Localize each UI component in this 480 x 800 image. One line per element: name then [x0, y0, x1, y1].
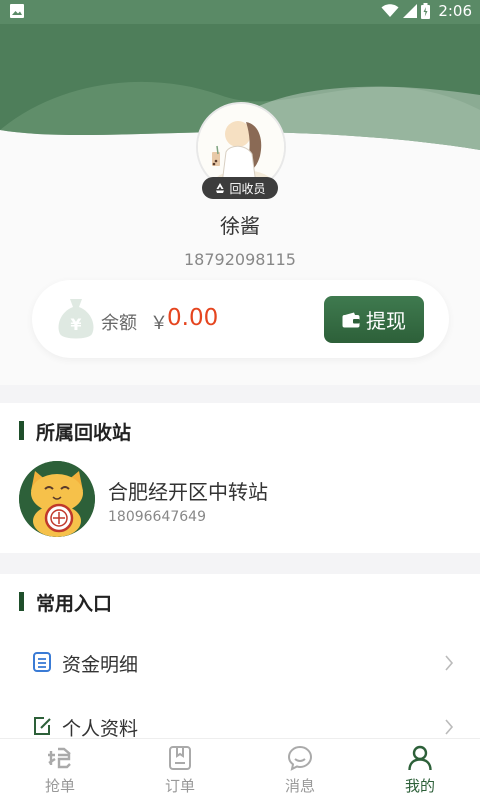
money-bag-icon: ¥ [58, 299, 94, 339]
withdraw-button[interactable]: 提现 [324, 296, 424, 343]
tab-label: 消息 [284, 777, 315, 795]
user-phone: 18792098115 [184, 250, 296, 269]
role-label: 回收员 [229, 181, 266, 196]
chevron-right-icon [445, 719, 454, 735]
station-logo [19, 461, 95, 537]
common-entries-section: 常用入口 资金明细 个人资料 [0, 574, 480, 740]
message-icon [287, 745, 313, 771]
bottom-tab-bar: 抢单 订单 消息 我的 [0, 738, 480, 800]
tab-orders[interactable]: 订单 [120, 739, 240, 800]
menu-item-label: 资金明细 [62, 654, 139, 676]
role-badge: 回收员 [202, 177, 278, 199]
wifi-icon [381, 4, 399, 17]
edit-icon [34, 717, 51, 735]
balance-currency: ￥ [150, 313, 168, 334]
tab-label: 我的 [404, 777, 435, 795]
order-icon [169, 746, 191, 770]
user-name: 徐酱 [220, 214, 260, 238]
battery-icon [421, 3, 431, 19]
station-section: 所属回收站 合肥经开区中转站 18096647649 [0, 403, 480, 553]
station-phone: 18096647649 [108, 509, 206, 525]
person-icon [408, 745, 432, 771]
status-time: 2:06 [438, 2, 472, 20]
status-bar: 2:06 [0, 0, 480, 24]
tab-mine[interactable]: 我的 [360, 739, 480, 800]
grab-icon [48, 747, 71, 769]
image-notification-icon [10, 4, 24, 18]
station-name[interactable]: 合肥经开区中转站 [108, 476, 268, 505]
tab-label: 订单 [164, 777, 195, 795]
wallet-icon [342, 312, 360, 327]
recycle-icon [216, 183, 225, 193]
tab-messages[interactable]: 消息 [240, 739, 360, 800]
chevron-right-icon [445, 655, 454, 671]
tab-label: 抢单 [44, 777, 75, 795]
balance-value: 0.00 [167, 305, 219, 331]
common-section-title: 常用入口 [19, 589, 112, 616]
menu-item-fund-details[interactable]: 资金明细 [0, 633, 480, 693]
withdraw-label: 提现 [366, 309, 406, 333]
document-list-icon [33, 652, 51, 672]
signal-icon [403, 4, 418, 18]
balance-label: 余额 [101, 313, 137, 334]
menu-item-label: 个人资料 [62, 718, 139, 740]
tab-grab-order[interactable]: 抢单 [0, 739, 120, 800]
svg-text:¥: ¥ [70, 315, 81, 334]
station-section-title: 所属回收站 [19, 418, 131, 445]
balance-card: ¥ 余额 ￥ 0.00 提现 [32, 280, 449, 358]
station-mascot-logo [19, 461, 95, 537]
